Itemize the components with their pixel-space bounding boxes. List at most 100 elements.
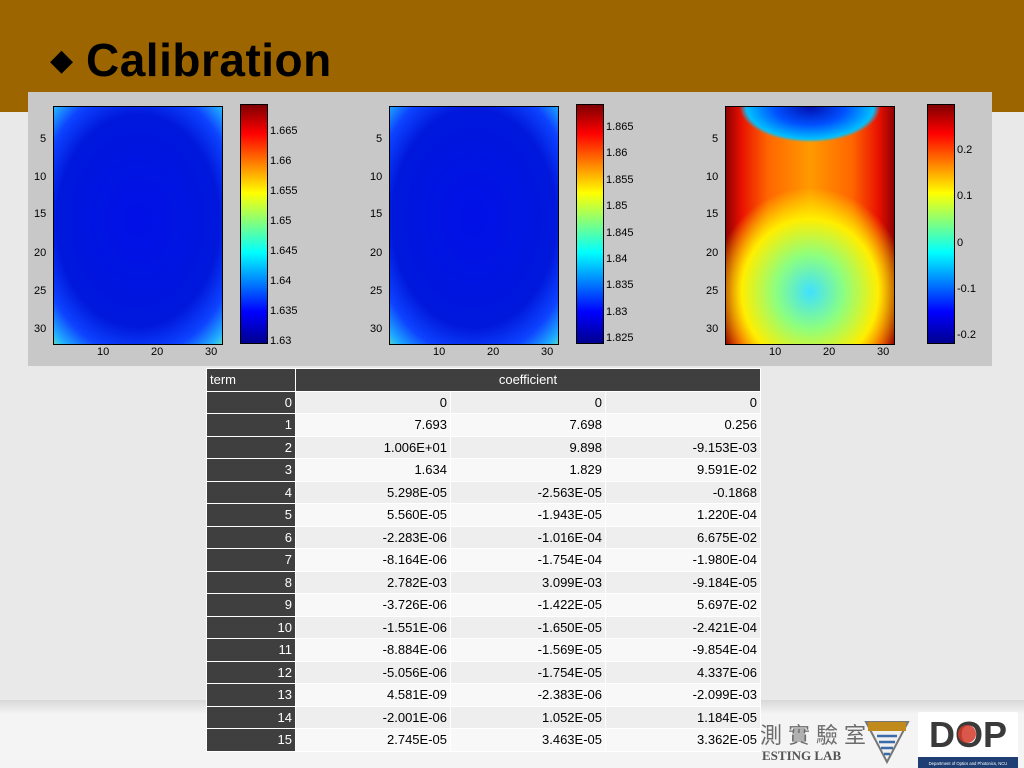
coefficient-cell: -0.1868 [605, 480, 761, 504]
dop-logo-icon: DOP Department of Optics and Photonics, … [918, 712, 1018, 768]
dop-caption: Department of Optics and Photonics, NCU [929, 761, 1008, 766]
table-row: 0000 [206, 390, 761, 414]
coefficient-cell: -8.164E-06 [295, 548, 451, 572]
coefficient-cell: -1.650E-05 [450, 615, 606, 639]
table-row: 2 1.006E+01 9.898 -9.153E-03 [206, 435, 761, 459]
table-row: 13 4.581E-09 -2.383E-06 -2.099E-03 [206, 683, 761, 707]
term-cell: 0 [206, 390, 296, 414]
coefficient-cell: -1.569E-05 [450, 638, 606, 662]
colorbar-tick-label: 1.66 [270, 155, 292, 167]
coefficient-cell: -1.754E-05 [450, 660, 606, 684]
y-tick-label: 10 [34, 171, 47, 183]
diamond-bullet-icon: ◆ [50, 43, 74, 77]
colorbar-tick-label: 1.845 [606, 226, 634, 239]
colorbar-tick-label: 1.645 [270, 245, 298, 257]
coefficient-cell: 3.362E-05 [605, 728, 761, 752]
coefficient-cell: -1.016E-04 [450, 525, 606, 549]
term-cell: 7 [206, 548, 296, 572]
coefficient-cell: -1.980E-04 [605, 548, 761, 572]
colorbar-tick-label: 1.855 [606, 173, 634, 186]
colorbar-1 [240, 104, 268, 344]
y-tick-label: 30 [370, 323, 383, 335]
coefficient-cell: -2.001E-06 [295, 705, 451, 729]
term-cell: 4 [206, 480, 296, 504]
coefficient-cell: 5.560E-05 [295, 503, 451, 527]
coefficient-cell: 0 [605, 390, 761, 414]
colorbar-tick-label: 1.835 [606, 279, 634, 292]
coefficient-cell: -2.421E-04 [605, 615, 761, 639]
coefficient-cell: -2.563E-05 [450, 480, 606, 504]
coefficient-cell: -1.551E-06 [295, 615, 451, 639]
x-tick-label: 10 [97, 346, 110, 358]
table-row: 6 -2.283E-06 -1.016E-04 6.675E-02 [206, 525, 761, 549]
coefficient-cell: 1.006E+01 [295, 435, 451, 459]
colorbar-2 [576, 104, 604, 344]
table-row: 1 7.693 7.698 0.256 [206, 413, 761, 437]
coefficient-cell: -1.943E-05 [450, 503, 606, 527]
coefficient-cell: 1.829 [450, 458, 606, 482]
x-tick-label: 20 [487, 346, 500, 358]
term-cell: 10 [206, 615, 296, 639]
colorbar-tick-label: 1.825 [606, 332, 634, 344]
header-term: term [206, 368, 296, 392]
table-row: 8 2.782E-03 3.099E-03 -9.184E-05 [206, 570, 761, 594]
table-row: 4 5.298E-05 -2.563E-05 -0.1868 [206, 480, 761, 504]
coefficient-cell: 5.697E-02 [605, 593, 761, 617]
term-cell: 6 [206, 525, 296, 549]
coefficient-cell: 5.298E-05 [295, 480, 451, 504]
colorbar-tick-label: 1.635 [270, 305, 298, 317]
y-tick-label: 10 [370, 171, 383, 183]
colorbar-3 [927, 104, 955, 344]
y-tick-label: 30 [706, 323, 719, 335]
colorbar-tick-label: 1.64 [270, 275, 292, 287]
x-tick-label: 30 [205, 346, 218, 358]
term-cell: 12 [206, 660, 296, 684]
table-row: 14 -2.001E-06 1.052E-05 1.184E-05 [206, 705, 761, 729]
coefficient-cell: -1.422E-05 [450, 593, 606, 617]
term-cell: 15 [206, 728, 296, 752]
lab-name-english: ESTING LAB [762, 748, 842, 763]
y-tick-label: 25 [370, 285, 383, 297]
coefficient-cell: 3.099E-03 [450, 570, 606, 594]
x-tick-label: 10 [769, 346, 782, 358]
x-tick-label: 30 [541, 346, 554, 358]
y-tick-label: 15 [370, 208, 383, 220]
x-tick-label: 10 [433, 346, 446, 358]
y-tick-label: 5 [40, 133, 47, 145]
term-cell: 2 [206, 435, 296, 459]
colorbar-tick-label: 1.665 [270, 125, 298, 137]
coefficient-cell: -1.754E-04 [450, 548, 606, 572]
coefficient-cell: 6.675E-02 [605, 525, 761, 549]
y-tick-label: 20 [34, 247, 47, 259]
y-tick-label: 30 [34, 323, 47, 335]
y-tick-label: 25 [706, 285, 719, 297]
coefficient-cell: -8.884E-06 [295, 638, 451, 662]
coefficient-cell: 0 [450, 390, 606, 414]
heatmap-3 [725, 106, 895, 345]
coefficient-cell: 9.898 [450, 435, 606, 459]
coefficient-table: term coefficient 0 0 0 0 1 7.693 7.698 0.256 2 1.… [206, 368, 761, 752]
colorbar-tick-label: 1.865 [606, 121, 634, 133]
coefficient-cell: -9.153E-03 [605, 435, 761, 459]
x-tick-label: 20 [823, 346, 836, 358]
colorbar-tick-label: 1.63 [270, 335, 292, 347]
y-tick-label: 15 [706, 208, 719, 220]
coefficient-cell: 1.052E-05 [450, 705, 606, 729]
ncu-emblem-icon [864, 721, 910, 765]
coefficient-cell: -2.383E-06 [450, 683, 606, 707]
coefficient-cell: 2.782E-03 [295, 570, 451, 594]
term-cell: 5 [206, 503, 296, 527]
x-tick-label: 30 [877, 346, 890, 358]
y-tick-label: 5 [376, 133, 383, 145]
colorbar-tick-label: -0.2 [957, 329, 976, 341]
table-row: 11 -8.884E-06 -1.569E-05 -9.854E-04 [206, 638, 761, 662]
colorbar-tick-label: 1.65 [270, 215, 292, 227]
table-row: 12 -5.056E-06 -1.754E-05 4.337E-06 [206, 660, 761, 684]
coefficient-cell: 9.591E-02 [605, 458, 761, 482]
term-cell: 8 [206, 570, 296, 594]
y-tick-label: 25 [34, 285, 47, 297]
coefficient-cell: 1.220E-04 [605, 503, 761, 527]
colorbar-tick-label: 1.85 [606, 200, 628, 213]
coefficient-cell: 4.581E-09 [295, 683, 451, 707]
colorbar-tick-label: 1.86 [606, 147, 628, 160]
